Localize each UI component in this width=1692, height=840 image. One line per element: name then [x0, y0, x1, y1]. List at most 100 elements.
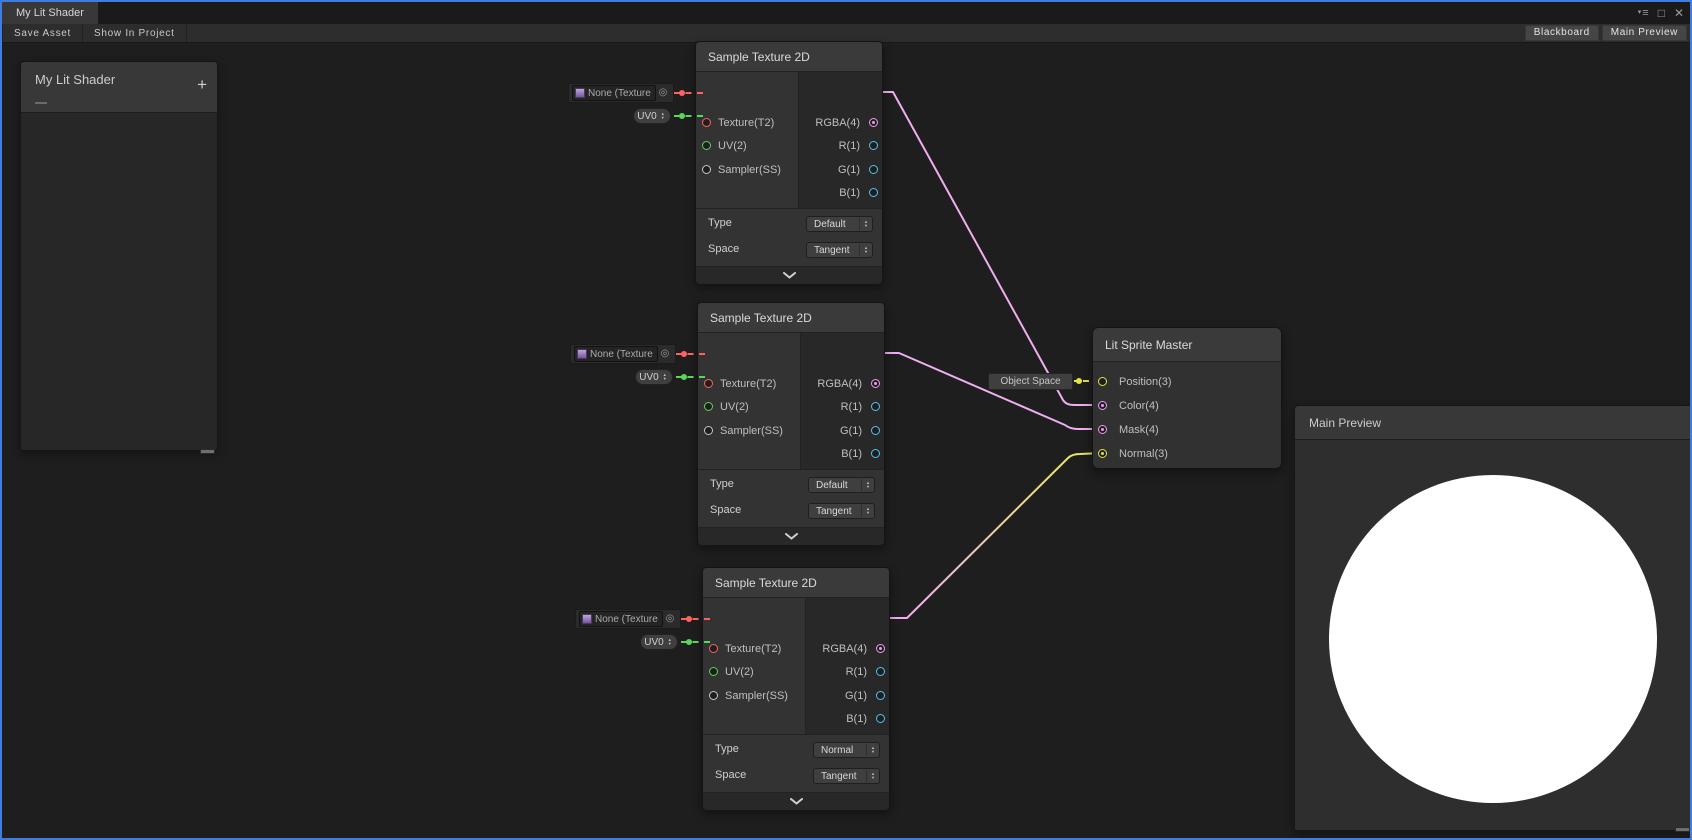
dropdown-arrows-icon: ▲▼ — [659, 110, 667, 122]
node-controls: Type Default ▲▼ Space Tangent ▲▼ — [698, 469, 884, 527]
blackboard-path-placeholder — [35, 102, 47, 104]
output-label-r: R(1) — [841, 397, 862, 417]
blackboard-toggle-button[interactable]: Blackboard — [1525, 25, 1599, 41]
texture-input-port[interactable] — [709, 644, 718, 653]
node-header[interactable]: Sample Texture 2D — [696, 42, 882, 72]
tab-bar: My Lit Shader ▾≡ □ ✕ — [2, 2, 1690, 24]
uv-stub-dot — [686, 639, 692, 645]
rgba-output-port[interactable] — [876, 644, 885, 653]
uv-input-port[interactable] — [709, 667, 718, 676]
b-output-port[interactable] — [871, 449, 880, 458]
uv-channel-dropdown[interactable]: UV0 ▲▼ — [633, 108, 671, 124]
position-input-port[interactable] — [1098, 377, 1107, 386]
sampler-input-port[interactable] — [702, 165, 711, 174]
main-preview-toggle-button[interactable]: Main Preview — [1602, 25, 1687, 41]
r-output-port[interactable] — [869, 141, 878, 150]
mask-input-port[interactable] — [1098, 425, 1107, 434]
g-output-port[interactable] — [876, 691, 885, 700]
type-dropdown[interactable]: Default ▲▼ — [808, 477, 875, 493]
node-controls: Type Normal ▲▼ Space Tangent ▲▼ — [703, 734, 889, 792]
save-asset-button[interactable]: Save Asset — [2, 24, 83, 42]
rgba-output-port[interactable] — [871, 379, 880, 388]
type-dropdown[interactable]: Normal ▲▼ — [813, 742, 880, 758]
rgba-output-port[interactable] — [869, 118, 878, 127]
space-dropdown[interactable]: Tangent ▲▼ — [813, 768, 880, 784]
output-label-g: G(1) — [845, 686, 867, 706]
maximize-icon[interactable]: □ — [1658, 7, 1665, 19]
node-header[interactable]: Sample Texture 2D — [698, 303, 884, 333]
tab-my-lit-shader[interactable]: My Lit Shader — [2, 2, 98, 24]
texture-input-port[interactable] — [704, 379, 713, 388]
uv-input-port[interactable] — [702, 141, 711, 150]
node-body: Texture(T2) UV(2) Sampler(SS) RGBA(4) R(… — [696, 72, 882, 208]
sample-texture-2d-node[interactable]: Sample Texture 2D Texture(T2) UV(2) Samp… — [702, 567, 890, 810]
space-dropdown[interactable]: Tangent ▲▼ — [808, 503, 875, 519]
output-label-rgba: RGBA(4) — [815, 113, 860, 133]
object-space-label: Object Space — [1000, 376, 1060, 387]
tab-label: My Lit Shader — [16, 7, 84, 19]
space-label: Space — [710, 504, 741, 516]
blackboard-title: My Lit Shader — [35, 72, 115, 87]
uv-input-port[interactable] — [704, 402, 713, 411]
texture-input-port[interactable] — [702, 118, 711, 127]
object-picker-icon[interactable]: ◎ — [658, 349, 672, 359]
space-dropdown[interactable]: Tangent ▲▼ — [806, 242, 873, 258]
texture-stub-dot — [686, 616, 692, 622]
r-output-port[interactable] — [871, 402, 880, 411]
lit-sprite-master-node[interactable]: Lit Sprite Master Position(3) Color(4) M… — [1092, 327, 1282, 469]
normal-input-port[interactable] — [1098, 449, 1107, 458]
node-body: Texture(T2) UV(2) Sampler(SS) RGBA(4) R(… — [703, 598, 889, 734]
input-label-sampler: Sampler(SS) — [720, 421, 783, 441]
dropdown-arrows-icon: ▲▼ — [861, 505, 874, 517]
type-label: Type — [715, 743, 739, 755]
type-dropdown[interactable]: Default ▲▼ — [806, 216, 873, 232]
window-menu-icon[interactable]: ▾≡ — [1638, 7, 1649, 19]
type-label: Type — [708, 217, 732, 229]
blackboard-header[interactable]: My Lit Shader + — [21, 62, 217, 113]
show-in-project-button[interactable]: Show In Project — [83, 24, 187, 42]
add-property-button[interactable]: + — [197, 76, 207, 93]
texture-object-field[interactable]: None (Texture — [579, 611, 663, 627]
edge-rgba-to-normal[interactable] — [886, 453, 1102, 618]
texture-default-widget: None (Texture ◎ — [575, 609, 681, 629]
texture-object-field[interactable]: None (Texture — [572, 85, 656, 101]
edge-rgba-to-mask[interactable] — [881, 353, 1102, 429]
sampler-input-port[interactable] — [704, 426, 713, 435]
main-preview-resize-handle[interactable] — [1675, 827, 1690, 832]
output-label-rgba: RGBA(4) — [817, 374, 862, 394]
dropdown-arrows-icon: ▲▼ — [866, 770, 879, 782]
window-controls: ▾≡ □ ✕ — [1638, 2, 1684, 24]
collapse-previews-button[interactable] — [703, 792, 889, 810]
texture-object-field[interactable]: None (Texture — [574, 346, 658, 362]
g-output-port[interactable] — [869, 165, 878, 174]
position-default-widget[interactable]: Object Space — [988, 373, 1073, 390]
b-output-port[interactable] — [869, 188, 878, 197]
dropdown-arrows-icon: ▲▼ — [859, 218, 872, 230]
position-stub-dot — [1076, 378, 1082, 384]
dropdown-arrows-icon: ▲▼ — [666, 636, 674, 648]
collapse-previews-button[interactable] — [698, 527, 884, 545]
r-output-port[interactable] — [876, 667, 885, 676]
dropdown-arrows-icon: ▲▼ — [661, 371, 669, 383]
color-input-port[interactable] — [1098, 401, 1107, 410]
node-header[interactable]: Lit Sprite Master — [1093, 328, 1281, 362]
input-label-uv: UV(2) — [725, 662, 754, 682]
node-header[interactable]: Sample Texture 2D — [703, 568, 889, 598]
uv-channel-dropdown[interactable]: UV0 ▲▼ — [635, 369, 673, 385]
g-output-port[interactable] — [871, 426, 880, 435]
object-picker-icon[interactable]: ◎ — [656, 88, 670, 98]
close-icon[interactable]: ✕ — [1674, 7, 1684, 19]
b-output-port[interactable] — [876, 714, 885, 723]
sample-texture-2d-node[interactable]: Sample Texture 2D Texture(T2) UV(2) Samp… — [697, 302, 885, 545]
node-controls: Type Default ▲▼ Space Tangent ▲▼ — [696, 208, 882, 266]
uv-channel-dropdown[interactable]: UV0 ▲▼ — [640, 634, 678, 650]
blackboard-resize-handle[interactable] — [200, 449, 215, 454]
edge-rgba-to-color[interactable] — [879, 92, 1102, 405]
main-preview-header[interactable]: Main Preview — [1295, 406, 1691, 440]
sample-texture-2d-node[interactable]: Sample Texture 2D Texture(T2) UV(2) Samp… — [695, 41, 883, 284]
input-label-position: Position(3) — [1119, 372, 1172, 392]
collapse-previews-button[interactable] — [696, 266, 882, 284]
sampler-input-port[interactable] — [709, 691, 718, 700]
input-label-normal: Normal(3) — [1119, 444, 1168, 464]
object-picker-icon[interactable]: ◎ — [663, 614, 677, 624]
